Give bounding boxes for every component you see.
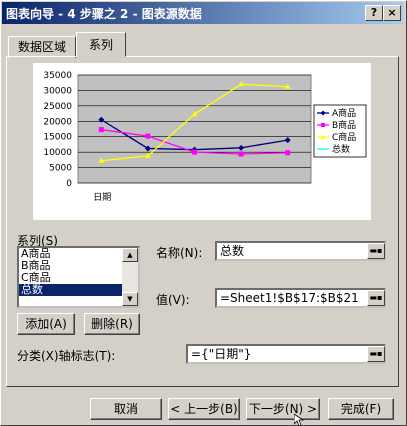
scroll-up-arrow-icon[interactable]: ▲	[122, 248, 138, 262]
window-title: 图表向导 - 4 步骤之 2 - 图表源数据	[6, 7, 202, 21]
category-axis-label: 分类(X)轴标志(T):	[17, 349, 116, 363]
collapse-dialog-icon[interactable]: ▬▪	[367, 346, 385, 362]
data-point	[238, 151, 244, 157]
mouse-cursor-icon	[294, 414, 304, 426]
data-point	[285, 150, 291, 156]
chart-preview: 35000 30000 25000 20000 15000 10000 5000 0 日期 A商品…	[33, 63, 371, 220]
line-chart: 35000 30000 25000 20000 15000 10000 5000 0 日期 A商品…	[43, 71, 367, 203]
tab-series[interactable]: 系列	[76, 32, 126, 57]
data-point	[192, 149, 197, 155]
legend-label: B商品	[332, 119, 356, 131]
series-listbox[interactable]: A商品 B商品 C商品 总数 ▲ ▼	[17, 246, 140, 308]
tab-data-range[interactable]: 数据区域	[8, 36, 76, 58]
y-tick-label: 25000	[43, 102, 72, 112]
y-tick-label: 20000	[43, 117, 72, 127]
delete-series-button[interactable]: 删除(R)	[84, 313, 140, 335]
title-bar[interactable]: 图表向导 - 4 步骤之 2 - 图表源数据 ? ×	[2, 2, 403, 24]
legend-label: A商品	[332, 107, 356, 119]
help-button[interactable]: ?	[365, 5, 383, 21]
listbox-scrollbar[interactable]: ▲ ▼	[122, 248, 138, 306]
data-point	[98, 127, 104, 133]
series-item-selected[interactable]: 总数	[19, 284, 138, 296]
scroll-down-arrow-icon[interactable]: ▼	[122, 292, 138, 306]
legend-label: 总数	[332, 143, 350, 155]
y-tick-label: 15000	[43, 133, 72, 143]
data-point	[145, 133, 151, 139]
close-button[interactable]: ×	[383, 5, 401, 21]
y-tick-label: 30000	[43, 86, 72, 96]
cancel-button[interactable]: 取消	[90, 398, 162, 420]
add-series-button[interactable]: 添加(A)	[17, 313, 75, 335]
x-tick-label: 日期	[93, 192, 111, 203]
name-input[interactable]: 总数	[215, 241, 386, 261]
name-field-label: 名称(N):	[156, 246, 203, 260]
next-button[interactable]: 下一步(N) >	[246, 398, 320, 420]
value-input[interactable]: =Sheet1!$B$17:$B$21	[215, 288, 386, 308]
value-field-label: 值(V):	[156, 293, 190, 307]
legend-label: C商品	[332, 131, 356, 143]
y-tick-label: 0	[66, 179, 72, 189]
plot-area	[77, 74, 312, 184]
collapse-dialog-icon[interactable]: ▬▪	[367, 290, 385, 306]
scroll-track[interactable]	[122, 262, 138, 292]
category-axis-input[interactable]: ={"日期"}	[186, 344, 386, 364]
legend-marker	[321, 123, 325, 127]
y-tick-label: 35000	[43, 71, 72, 81]
finish-button[interactable]: 完成(F)	[328, 398, 394, 420]
y-tick-label: 5000	[49, 164, 72, 174]
collapse-dialog-icon[interactable]: ▬▪	[367, 243, 385, 259]
y-tick-label: 10000	[43, 148, 72, 158]
back-button[interactable]: < 上一步(B)	[168, 398, 240, 420]
